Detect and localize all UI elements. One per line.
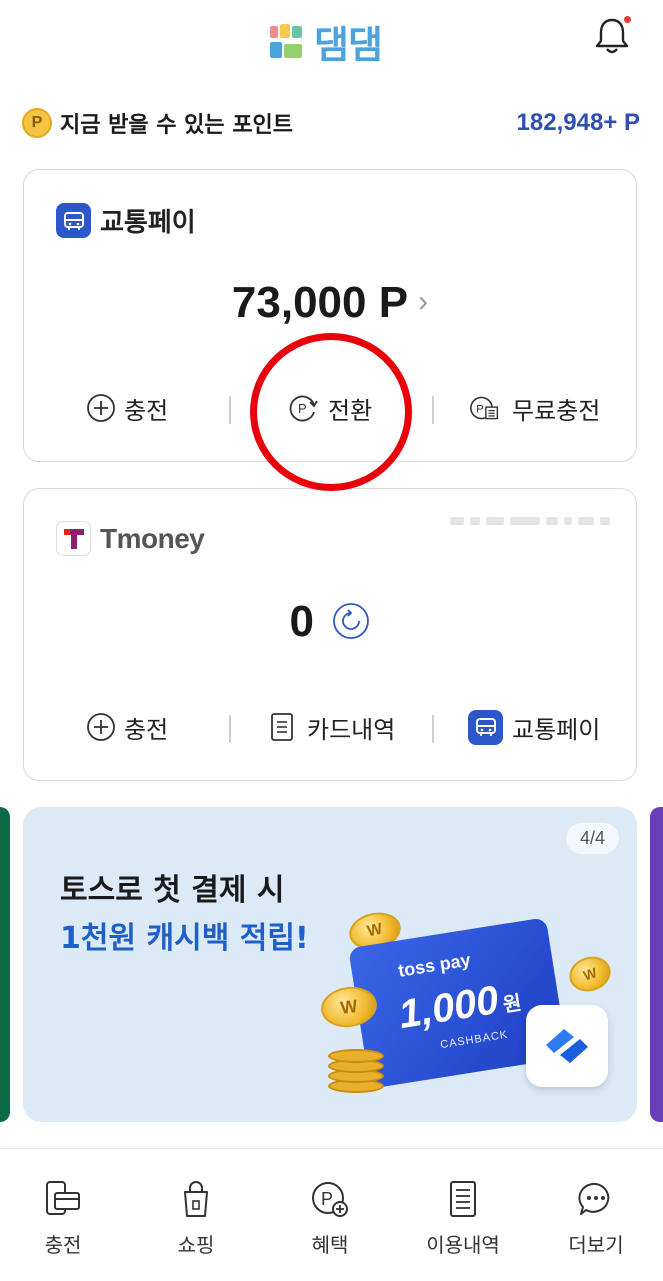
- logo-text: 댐댐: [314, 23, 383, 67]
- carousel-page-indicator: 4/4: [565, 823, 619, 854]
- nav-charge[interactable]: 충전: [8, 1179, 118, 1258]
- tmoney-brand: Tmoney: [100, 522, 205, 554]
- tmoney-title-row: Tmoney: [56, 521, 205, 556]
- toss-cashback-caption: CASHBACK: [439, 1028, 510, 1052]
- svg-text:P: P: [476, 403, 484, 415]
- chevron-right-icon: ›: [418, 285, 429, 318]
- available-points-row[interactable]: P 지금 받을 수 있는 포인트 182,948+ P: [22, 103, 640, 143]
- divider: [432, 715, 434, 743]
- card-phone-icon: [46, 1181, 80, 1215]
- available-points-value[interactable]: 182,948+ P: [517, 109, 640, 137]
- card-history-label: 카드내역: [307, 715, 396, 744]
- coin-stack-icon: [328, 1027, 388, 1093]
- nav-benefits[interactable]: P 혜택: [275, 1179, 385, 1258]
- tmoney-charge-label: 충전: [124, 715, 169, 744]
- document-icon: [271, 713, 293, 741]
- points-doc-icon: P: [470, 396, 499, 420]
- carousel-next-peek[interactable]: [650, 807, 663, 1122]
- masked-card-number: [450, 517, 610, 525]
- transit-pay-balance-value: 73,000 P: [231, 278, 409, 327]
- receipt-icon: [450, 1181, 476, 1217]
- nav-shopping[interactable]: 쇼핑: [141, 1179, 251, 1258]
- card-history-button[interactable]: 카드내역: [270, 707, 395, 747]
- bus-icon: [468, 709, 503, 745]
- transit-pay-title-row: 교통페이: [56, 202, 196, 239]
- divider: [229, 715, 231, 743]
- logo-mark-icon: [270, 23, 302, 58]
- app-logo: 댐댐: [268, 14, 383, 69]
- divider: [432, 396, 434, 424]
- points-plus-icon: P: [312, 1182, 348, 1217]
- free-charge-label: 무료충전: [512, 396, 601, 425]
- notification-dot: [624, 16, 631, 23]
- available-points-label: 지금 받을 수 있는 포인트: [60, 113, 294, 138]
- tmoney-charge-button[interactable]: 충전: [86, 707, 168, 747]
- tmoney-actions: 충전 카드내역 교통페이: [24, 707, 636, 747]
- tmoney-card: Tmoney 0 충전 카드내역 교통페이: [23, 488, 637, 781]
- carousel-prev-peek[interactable]: [0, 807, 10, 1122]
- shopping-bag-icon: [184, 1181, 208, 1217]
- annotation-circle: [250, 333, 412, 491]
- tmoney-balance-value: 0: [289, 597, 315, 646]
- transit-pay-title: 교통페이: [100, 208, 196, 238]
- toss-pay-brand: toss pay: [396, 949, 472, 981]
- tmoney-balance: 0: [24, 597, 636, 647]
- point-coin-icon: P: [22, 108, 52, 138]
- promo-banner[interactable]: 4/4 토스로 첫 결제 시 1천원 캐시백 적립! W W toss pay …: [23, 807, 637, 1122]
- transit-pay-balance[interactable]: 73,000 P ›: [24, 278, 636, 328]
- transit-pay-link-label: 교통페이: [512, 715, 601, 744]
- bottom-nav: 충전 쇼핑 P 혜택 이용내역 더보기: [0, 1149, 663, 1281]
- nav-more[interactable]: 더보기: [541, 1179, 651, 1258]
- charge-label: 충전: [124, 396, 169, 425]
- banner-subheadline: 1천원 캐시백 적립!: [60, 921, 309, 956]
- more-chat-icon: [578, 1182, 610, 1215]
- plus-circle-icon: [87, 394, 115, 422]
- banner-headline: 토스로 첫 결제 시: [60, 873, 285, 908]
- tmoney-logo-icon: [56, 521, 91, 556]
- toss-app-icon: [526, 1005, 608, 1087]
- nav-history[interactable]: 이용내역: [408, 1179, 518, 1258]
- app-header: 댐댐: [0, 0, 663, 80]
- svg-text:P: P: [321, 1189, 333, 1209]
- transit-pay-link-button[interactable]: 교통페이: [468, 707, 600, 747]
- bus-icon: [56, 203, 91, 238]
- plus-circle-icon: [87, 713, 115, 741]
- refresh-icon[interactable]: [332, 602, 370, 640]
- divider: [229, 396, 231, 424]
- coin-icon: W: [564, 951, 616, 997]
- free-charge-button[interactable]: P 무료충전: [470, 388, 600, 428]
- charge-button[interactable]: 충전: [86, 388, 168, 428]
